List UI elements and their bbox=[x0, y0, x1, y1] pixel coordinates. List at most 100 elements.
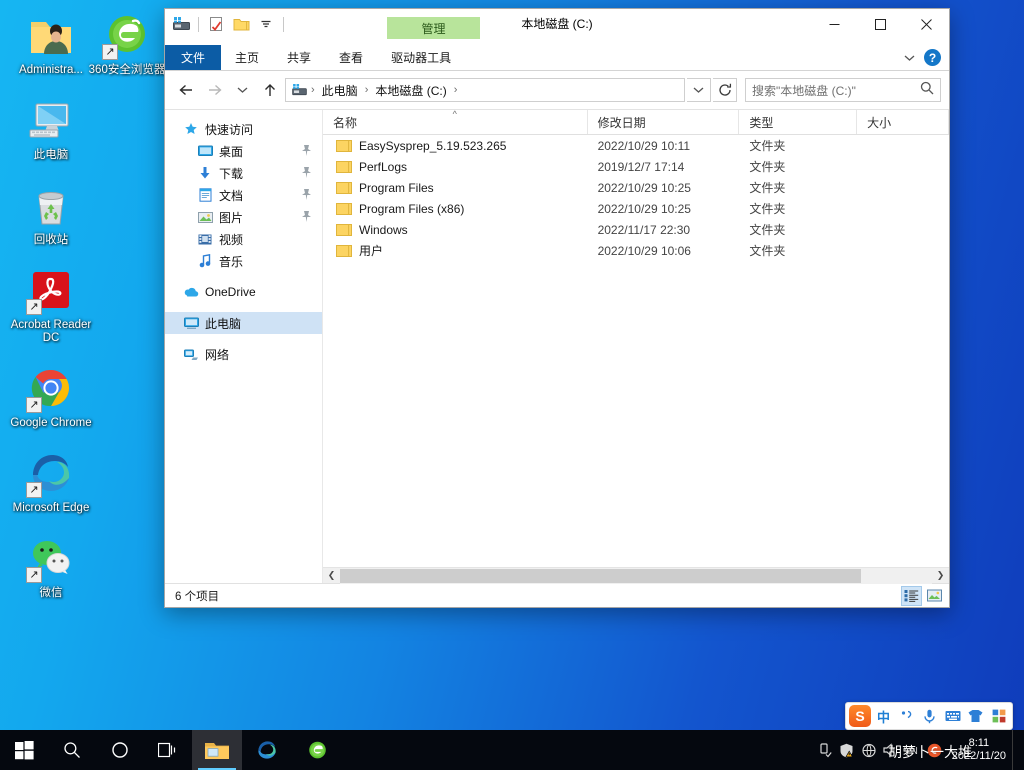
file-name-cell[interactable]: Program Files (x86) bbox=[323, 202, 588, 216]
usb-eject-icon[interactable] bbox=[814, 730, 836, 770]
skin-icon[interactable] bbox=[965, 705, 986, 727]
table-row[interactable]: Program Files (x86) 2022/10/29 10:25 文件夹 bbox=[323, 198, 949, 219]
sidebar-item-desktop[interactable]: 桌面 bbox=[165, 140, 322, 162]
file-list-pane[interactable]: ^ 名称 修改日期 类型 大小 EasySysprep_5.19.523.265… bbox=[323, 110, 949, 584]
sogou-logo-icon[interactable]: S bbox=[849, 705, 871, 727]
sidebar-item-videos[interactable]: 视频 bbox=[165, 228, 322, 250]
scrollbar-track[interactable] bbox=[340, 567, 932, 584]
file-explorer-window[interactable]: 管理 本地磁盘 (C:) 文件 主页 共享 查看 驱动器工具 ? › 此电脑 ›… bbox=[164, 8, 950, 608]
tab-view[interactable]: 查看 bbox=[325, 45, 377, 70]
desktop[interactable]: Administra... 此电脑 回收站 ↗ Acrobat Reader D… bbox=[0, 0, 1024, 770]
pin-icon[interactable] bbox=[301, 166, 312, 182]
desktop-icon-administrator[interactable]: Administra... bbox=[8, 6, 94, 79]
tab-drive-tools[interactable]: 驱动器工具 bbox=[377, 45, 466, 70]
file-name-cell[interactable]: 用户 bbox=[323, 242, 588, 259]
large-icons-view-button[interactable] bbox=[924, 586, 945, 606]
help-icon[interactable]: ? bbox=[924, 49, 941, 66]
sidebar-item-downloads[interactable]: 下载 bbox=[165, 162, 322, 184]
volume-icon[interactable] bbox=[880, 730, 902, 770]
recent-locations-button[interactable] bbox=[229, 77, 255, 103]
column-header-modified[interactable]: 修改日期 bbox=[588, 110, 740, 134]
column-headers[interactable]: ^ 名称 修改日期 类型 大小 bbox=[323, 110, 949, 135]
sidebar-item-onedrive[interactable]: OneDrive bbox=[165, 281, 322, 303]
show-desktop-button[interactable] bbox=[1012, 730, 1020, 770]
scrollbar-thumb[interactable] bbox=[340, 568, 861, 583]
search-button[interactable] bbox=[48, 730, 96, 770]
drive-icon[interactable] bbox=[171, 14, 191, 34]
breadcrumb-item-local-disk[interactable]: 本地磁盘 (C:) bbox=[371, 80, 450, 101]
cortana-button[interactable] bbox=[96, 730, 144, 770]
desktop-icon-acrobat-reader[interactable]: ↗ Acrobat Reader DC bbox=[8, 261, 94, 347]
ribbon-right-controls[interactable]: ? bbox=[900, 45, 949, 70]
sidebar-item-quick-access[interactable]: 快速访问 bbox=[165, 118, 322, 140]
file-explorer-taskbar-icon[interactable] bbox=[192, 730, 242, 770]
breadcrumb-item-this-pc[interactable]: 此电脑 bbox=[318, 80, 362, 101]
desktop-icon-360-browser[interactable]: ↗ 360安全浏览器 bbox=[84, 6, 170, 79]
forward-button[interactable] bbox=[201, 77, 227, 103]
table-row[interactable]: EasySysprep_5.19.523.265 2022/10/29 10:1… bbox=[323, 135, 949, 156]
sidebar-item-this-pc[interactable]: 此电脑 bbox=[165, 312, 322, 334]
desktop-icon-this-pc[interactable]: 此电脑 bbox=[8, 91, 94, 164]
pin-icon[interactable] bbox=[301, 210, 312, 226]
navigation-pane[interactable]: 快速访问 桌面 下载 文档 图片 视频 音乐 OneDrive 此电脑 网络 bbox=[165, 110, 323, 583]
sidebar-item-pictures[interactable]: 图片 bbox=[165, 206, 322, 228]
security-warning-icon[interactable] bbox=[836, 730, 858, 770]
maximize-button[interactable] bbox=[857, 9, 903, 39]
desktop-icon-google-chrome[interactable]: ↗ Google Chrome bbox=[8, 359, 94, 432]
window-controls[interactable] bbox=[811, 9, 949, 39]
search-icon[interactable] bbox=[920, 81, 934, 100]
360-browser-taskbar-icon[interactable] bbox=[292, 730, 342, 770]
sidebar-item-documents[interactable]: 文档 bbox=[165, 184, 322, 206]
file-name-cell[interactable]: Program Files bbox=[323, 181, 588, 195]
back-button[interactable] bbox=[173, 77, 199, 103]
breadcrumb-separator[interactable]: › bbox=[310, 84, 316, 96]
close-button[interactable] bbox=[903, 9, 949, 39]
title-bar[interactable]: 管理 本地磁盘 (C:) bbox=[165, 9, 949, 45]
start-button[interactable] bbox=[0, 730, 48, 770]
soft-keyboard-icon[interactable] bbox=[942, 705, 963, 727]
system-tray[interactable]: VN 8:11 2022/11/20 bbox=[814, 730, 1024, 770]
tab-home[interactable]: 主页 bbox=[221, 45, 273, 70]
file-rows[interactable]: EasySysprep_5.19.523.265 2022/10/29 10:1… bbox=[323, 135, 949, 567]
sidebar-item-music[interactable]: 音乐 bbox=[165, 250, 322, 272]
horizontal-scrollbar[interactable]: ❮ ❯ bbox=[323, 567, 949, 584]
column-header-size[interactable]: 大小 bbox=[857, 110, 949, 134]
tab-file[interactable]: 文件 bbox=[165, 45, 222, 70]
column-header-type[interactable]: 类型 bbox=[739, 110, 858, 134]
view-toggles[interactable] bbox=[901, 585, 945, 606]
tab-share[interactable]: 共享 bbox=[273, 45, 325, 70]
file-name-cell[interactable]: PerfLogs bbox=[323, 160, 588, 174]
desktop-icon-recycle-bin[interactable]: 回收站 bbox=[8, 176, 94, 249]
scroll-left-button[interactable]: ❮ bbox=[323, 567, 340, 584]
sogou-ime-toolbar[interactable]: S 中 bbox=[845, 702, 1013, 730]
chevron-down-icon[interactable] bbox=[900, 49, 918, 67]
punctuation-icon[interactable] bbox=[896, 705, 917, 727]
voice-input-icon[interactable] bbox=[919, 705, 940, 727]
quick-access-toolbar[interactable] bbox=[165, 9, 292, 39]
customize-dropdown-icon[interactable] bbox=[256, 14, 276, 34]
desktop-icon-microsoft-edge[interactable]: ↗ Microsoft Edge bbox=[8, 444, 94, 517]
table-row[interactable]: PerfLogs 2019/12/7 17:14 文件夹 bbox=[323, 156, 949, 177]
new-folder-icon[interactable] bbox=[231, 14, 251, 34]
up-button[interactable] bbox=[257, 77, 283, 103]
ribbon-tabs[interactable]: 文件 主页 共享 查看 驱动器工具 ? bbox=[165, 45, 949, 70]
file-name-cell[interactable]: EasySysprep_5.19.523.265 bbox=[323, 139, 588, 153]
search-input[interactable]: 搜索"本地磁盘 (C:)" bbox=[745, 78, 941, 102]
toolbox-icon[interactable] bbox=[988, 705, 1009, 727]
task-view-button[interactable] bbox=[144, 730, 192, 770]
edge-taskbar-icon[interactable] bbox=[242, 730, 292, 770]
pin-icon[interactable] bbox=[301, 144, 312, 160]
details-view-button[interactable] bbox=[901, 585, 922, 606]
breadcrumb-separator-trailing[interactable]: › bbox=[453, 84, 459, 96]
table-row[interactable]: Program Files 2022/10/29 10:25 文件夹 bbox=[323, 177, 949, 198]
sidebar-item-network[interactable]: 网络 bbox=[165, 343, 322, 365]
network-icon[interactable] bbox=[858, 730, 880, 770]
vpn-icon[interactable]: VN bbox=[902, 730, 924, 770]
table-row[interactable]: Windows 2022/11/17 22:30 文件夹 bbox=[323, 219, 949, 240]
breadcrumb[interactable]: › 此电脑 › 本地磁盘 (C:) › bbox=[285, 78, 685, 102]
minimize-button[interactable] bbox=[811, 9, 857, 39]
address-bar[interactable]: › 此电脑 › 本地磁盘 (C:) › 搜索"本地磁盘 (C:)" bbox=[165, 71, 949, 109]
refresh-button[interactable] bbox=[713, 78, 737, 102]
sogou-tray-icon[interactable] bbox=[924, 730, 946, 770]
ime-mode-button[interactable]: 中 bbox=[873, 705, 894, 727]
